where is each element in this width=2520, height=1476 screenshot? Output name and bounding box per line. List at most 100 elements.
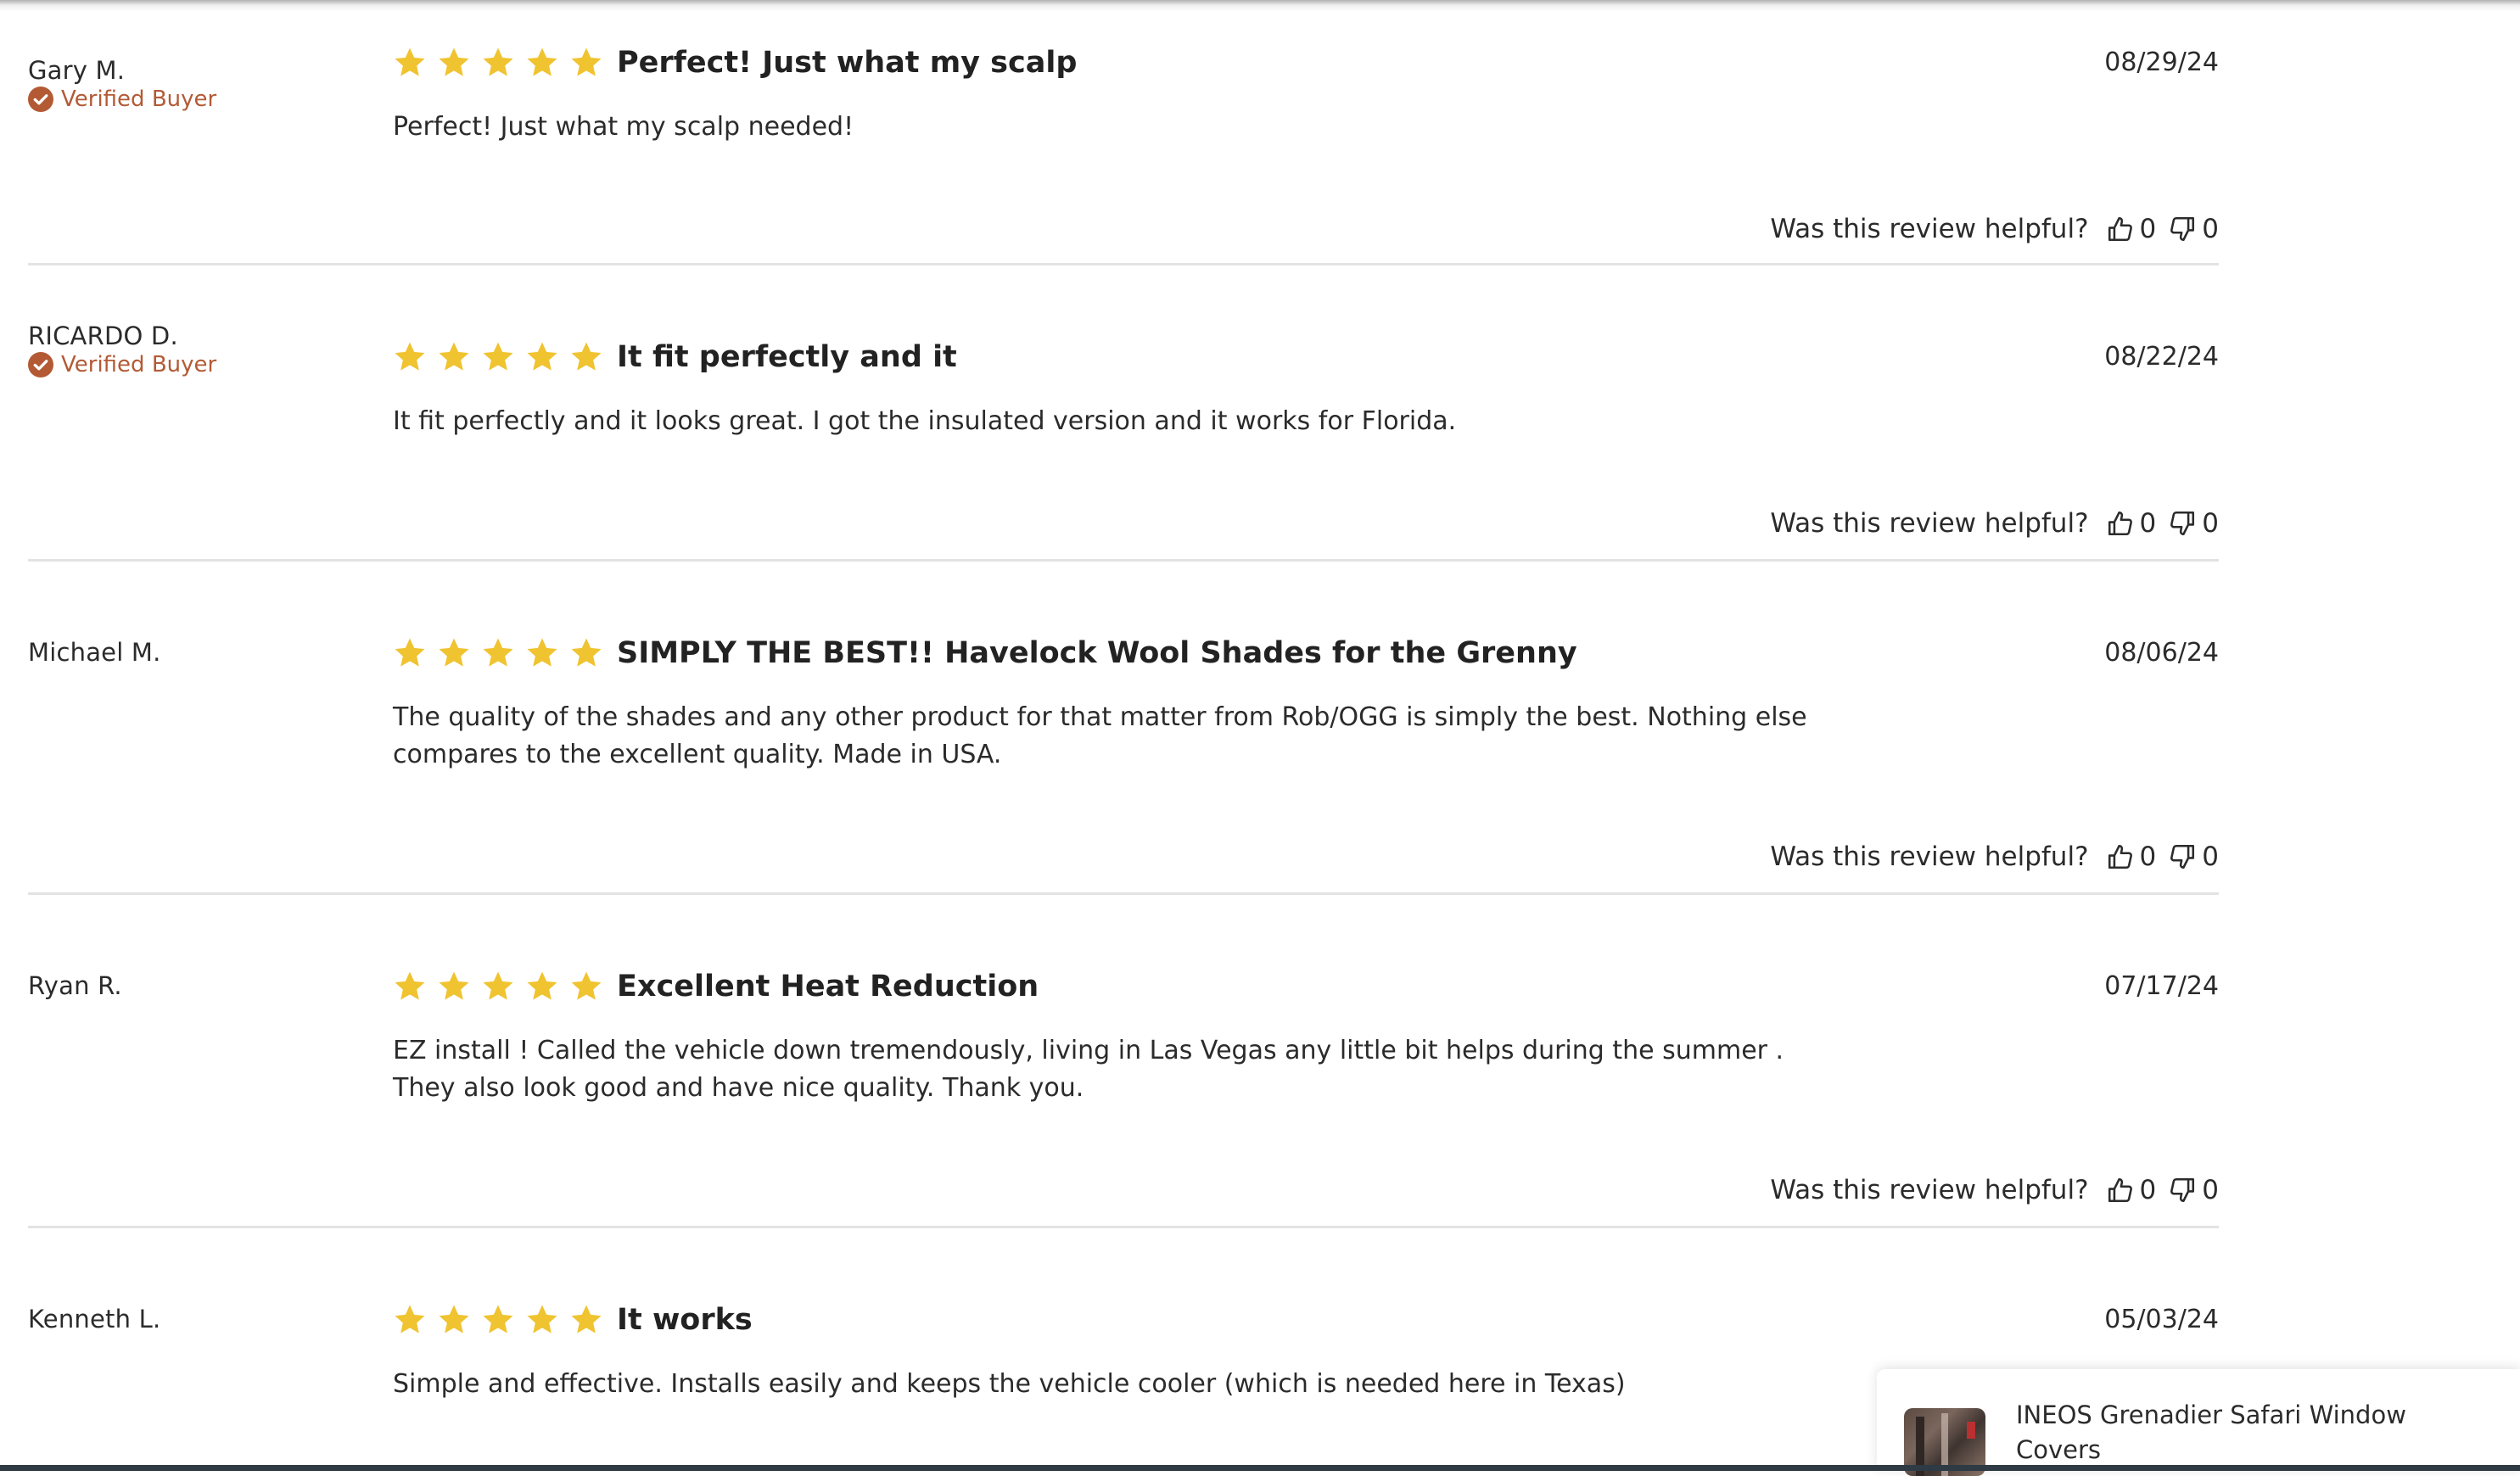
star-icon <box>571 1305 602 1333</box>
thumbs-up-icon <box>2108 511 2132 536</box>
star-rating <box>393 1303 613 1337</box>
star-icon <box>439 971 469 1000</box>
downvote-count: 0 <box>2202 1175 2219 1205</box>
thumbs-down-icon <box>2170 511 2195 536</box>
review-date: 07/17/24 <box>2104 971 2219 1001</box>
review-item: Ryan R. Excellent Heat Reduction 07/17/2… <box>28 895 2219 1228</box>
star-icon <box>483 342 513 371</box>
reviewer-info: Gary M. Verified Buyer <box>28 56 216 112</box>
upvote-button[interactable]: 0 <box>2106 1175 2157 1205</box>
thumbs-up-icon <box>2108 216 2132 242</box>
upvote-button[interactable]: 0 <box>2106 214 2157 244</box>
helpful-row: Was this review helpful? 0 0 <box>1770 508 2219 539</box>
star-icon <box>439 638 469 667</box>
helpful-prompt: Was this review helpful? <box>1770 1175 2089 1205</box>
reviewer-name: Michael M. <box>28 638 161 667</box>
thumbs-up-icon <box>2108 844 2132 869</box>
helpful-row: Was this review helpful? 0 0 <box>1770 214 2219 244</box>
sticky-product-card[interactable]: INEOS Grenadier Safari Window Covers <box>1877 1369 2520 1476</box>
upvote-count: 0 <box>2139 1175 2157 1205</box>
downvote-button[interactable]: 0 <box>2168 508 2219 539</box>
star-icon <box>439 342 469 371</box>
star-icon <box>571 342 602 371</box>
review-body: EZ install ! Called the vehicle down tre… <box>393 1036 1784 1103</box>
thumbs-up-icon <box>2108 1177 2132 1203</box>
star-icon <box>439 48 469 76</box>
star-icon <box>395 638 425 667</box>
star-icon <box>527 1305 557 1333</box>
review-body: Simple and effective. Installs easily an… <box>393 1369 1626 1399</box>
helpful-prompt: Was this review helpful? <box>1770 214 2089 244</box>
thumbs-down-icon <box>2170 844 2195 869</box>
reviewer-info: Ryan R. <box>28 971 122 1000</box>
reviews-list: Gary M. Verified Buyer Perfect! Just wha… <box>28 0 2219 1474</box>
star-icon <box>395 1305 425 1333</box>
reviewer-info: Michael M. <box>28 638 161 667</box>
check-circle-icon <box>28 87 53 112</box>
upvote-button[interactable]: 0 <box>2106 508 2157 539</box>
thumbs-down-icon <box>2170 216 2195 242</box>
star-icon <box>483 48 513 76</box>
review-title: Excellent Heat Reduction <box>617 970 1039 1004</box>
verified-badge: Verified Buyer <box>28 352 216 377</box>
review-body: It fit perfectly and it looks great. I g… <box>393 406 1457 436</box>
downvote-count: 0 <box>2202 841 2219 872</box>
downvote-count: 0 <box>2202 508 2219 539</box>
product-name: INEOS Grenadier Safari Window Covers <box>2016 1401 2406 1464</box>
review-body: Perfect! Just what my scalp needed! <box>393 112 854 142</box>
helpful-row: Was this review helpful? 0 0 <box>1770 1175 2219 1205</box>
helpful-prompt: Was this review helpful? <box>1770 508 2089 539</box>
star-icon <box>439 1305 469 1333</box>
review-item: Michael M. SIMPLY THE BEST!! Havelock Wo… <box>28 562 2219 895</box>
review-title: Perfect! Just what my scalp <box>617 46 1078 80</box>
reviewer-info: RICARDO D. Verified Buyer <box>28 321 216 377</box>
review-title: It fit perfectly and it <box>617 340 957 374</box>
star-icon <box>571 971 602 1000</box>
upvote-count: 0 <box>2139 214 2157 244</box>
review-date: 05/03/24 <box>2104 1305 2219 1334</box>
review-date: 08/29/24 <box>2104 48 2219 77</box>
verified-badge: Verified Buyer <box>28 87 216 112</box>
review-date: 08/06/24 <box>2104 638 2219 668</box>
verified-label: Verified Buyer <box>61 87 217 112</box>
star-icon <box>483 638 513 667</box>
helpful-row: Was this review helpful? 0 0 <box>1770 841 2219 872</box>
downvote-button[interactable]: 0 <box>2168 1175 2219 1205</box>
star-icon <box>527 48 557 76</box>
thumbs-down-icon <box>2170 1177 2195 1203</box>
review-title: It works <box>617 1303 753 1337</box>
review-title: SIMPLY THE BEST!! Havelock Wool Shades f… <box>617 636 1577 670</box>
reviewer-name: Kenneth L. <box>28 1305 161 1333</box>
star-icon <box>571 638 602 667</box>
verified-label: Verified Buyer <box>61 352 217 377</box>
star-icon <box>395 971 425 1000</box>
downvote-button[interactable]: 0 <box>2168 841 2219 872</box>
helpful-prompt: Was this review helpful? <box>1770 841 2089 872</box>
upvote-count: 0 <box>2139 508 2157 539</box>
star-icon <box>527 342 557 371</box>
reviewer-name: Ryan R. <box>28 971 122 1000</box>
downvote-button[interactable]: 0 <box>2168 214 2219 244</box>
review-body: The quality of the shades and any other … <box>393 702 1807 769</box>
review-item: Gary M. Verified Buyer Perfect! Just wha… <box>28 0 2219 266</box>
star-icon <box>483 1305 513 1333</box>
reviewer-name: RICARDO D. <box>28 321 178 350</box>
star-rating <box>393 340 613 374</box>
star-icon <box>483 971 513 1000</box>
bottom-bar <box>0 1465 2520 1471</box>
star-icon <box>395 48 425 76</box>
upvote-button[interactable]: 0 <box>2106 841 2157 872</box>
star-icon <box>395 342 425 371</box>
star-rating <box>393 636 613 670</box>
star-icon <box>571 48 602 76</box>
star-icon <box>527 971 557 1000</box>
reviewer-name: Gary M. <box>28 56 126 85</box>
star-icon <box>527 638 557 667</box>
upvote-count: 0 <box>2139 841 2157 872</box>
review-item: RICARDO D. Verified Buyer It fit perfect… <box>28 266 2219 562</box>
check-circle-icon <box>28 352 53 377</box>
star-rating <box>393 970 613 1004</box>
review-date: 08/22/24 <box>2104 342 2219 372</box>
star-rating <box>393 46 613 80</box>
reviewer-info: Kenneth L. <box>28 1305 160 1333</box>
